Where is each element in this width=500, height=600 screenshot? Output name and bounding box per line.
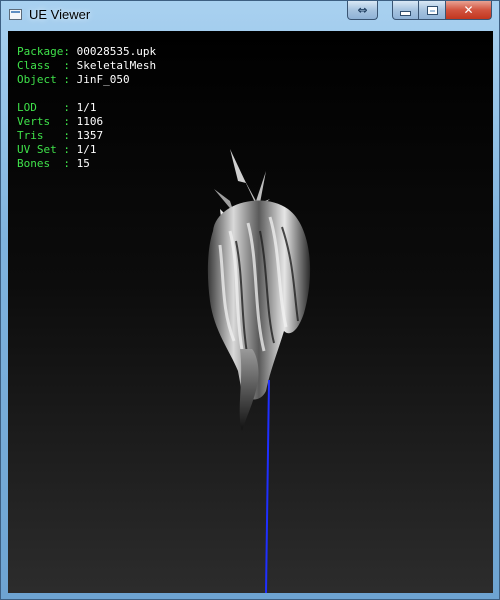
mesh-info-tris: Tris : 1357 bbox=[17, 129, 104, 142]
mesh-info-lod: LOD : 1/1 bbox=[17, 101, 97, 114]
mesh-info-class: Class : SkeletalMesh bbox=[17, 59, 157, 72]
title-bar[interactable]: UE Viewer ⇔ ✕ bbox=[1, 1, 499, 29]
app-window: UE Viewer ⇔ ✕ Package: 00028535.upk Clas… bbox=[0, 0, 500, 600]
3d-viewport[interactable]: Package: 00028535.upk Class : SkeletalMe… bbox=[8, 31, 493, 593]
window-title: UE Viewer bbox=[29, 7, 91, 22]
minimize-button[interactable] bbox=[392, 1, 419, 20]
maximize-button[interactable] bbox=[419, 1, 446, 20]
close-icon: ✕ bbox=[463, 3, 474, 17]
mesh-info-bones: Bones : 15 bbox=[17, 157, 90, 170]
mesh-info-verts: Verts : 1106 bbox=[17, 115, 104, 128]
maximize-icon bbox=[426, 5, 438, 15]
bone-axis-line bbox=[265, 379, 270, 593]
close-button[interactable]: ✕ bbox=[446, 1, 492, 20]
mesh-info-package: Package: 00028535.upk bbox=[17, 45, 157, 58]
mesh-info-uvset: UV Set : 1/1 bbox=[17, 143, 97, 156]
mesh-info-object: Object : JinF_050 bbox=[17, 73, 130, 86]
minimize-icon bbox=[400, 10, 411, 16]
swap-button[interactable]: ⇔ bbox=[347, 1, 378, 20]
swap-arrows-icon: ⇔ bbox=[357, 3, 368, 17]
app-icon bbox=[9, 9, 22, 20]
